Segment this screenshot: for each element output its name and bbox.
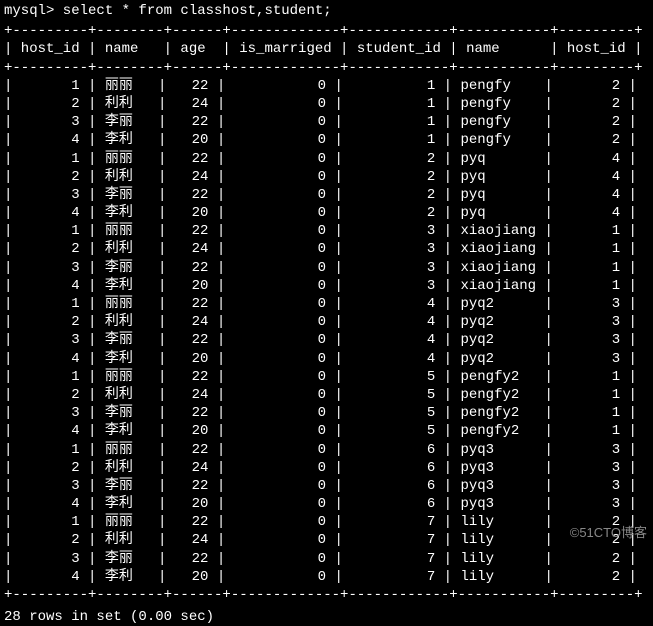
- table-row: | 4 | 李利 | 20 | 0 | 5 | pengfy2 | 1 |: [0, 422, 653, 440]
- table-row: | 1 | 丽丽 | 22 | 0 | 3 | xiaojiang | 1 |: [0, 222, 653, 240]
- table-row: | 3 | 李丽 | 22 | 0 | 4 | pyq2 | 3 |: [0, 331, 653, 349]
- table-row: | 4 | 李利 | 20 | 0 | 3 | xiaojiang | 1 |: [0, 277, 653, 295]
- table-row: | 2 | 利利 | 24 | 0 | 6 | pyq3 | 3 |: [0, 459, 653, 477]
- table-row: | 3 | 李丽 | 22 | 0 | 6 | pyq3 | 3 |: [0, 477, 653, 495]
- result-footer: 28 rows in set (0.00 sec): [0, 604, 653, 626]
- table-row: | 3 | 李丽 | 22 | 0 | 3 | xiaojiang | 1 |: [0, 259, 653, 277]
- table-row: | 1 | 丽丽 | 22 | 0 | 4 | pyq2 | 3 |: [0, 295, 653, 313]
- table-row: | 3 | 李丽 | 22 | 0 | 1 | pengfy | 2 |: [0, 113, 653, 131]
- table-border-bottom: +---------+--------+------+-------------…: [0, 586, 653, 604]
- table-row: | 2 | 利利 | 24 | 0 | 1 | pengfy | 2 |: [0, 95, 653, 113]
- table-row: | 4 | 李利 | 20 | 0 | 2 | pyq | 4 |: [0, 204, 653, 222]
- sql-prompt: mysql> select * from classhost,student;: [0, 2, 653, 22]
- table-row: | 2 | 利利 | 24 | 0 | 3 | xiaojiang | 1 |: [0, 240, 653, 258]
- table-border-top: +---------+--------+------+-------------…: [0, 22, 653, 40]
- table-row: | 4 | 李利 | 20 | 0 | 1 | pengfy | 2 |: [0, 131, 653, 149]
- table-body: | 1 | 丽丽 | 22 | 0 | 1 | pengfy | 2 || 2 …: [0, 77, 653, 586]
- table-row: | 4 | 李利 | 20 | 0 | 4 | pyq2 | 3 |: [0, 350, 653, 368]
- table-row: | 1 | 丽丽 | 22 | 0 | 5 | pengfy2 | 1 |: [0, 368, 653, 386]
- table-row: | 2 | 利利 | 24 | 0 | 4 | pyq2 | 3 |: [0, 313, 653, 331]
- table-row: | 3 | 李丽 | 22 | 0 | 5 | pengfy2 | 1 |: [0, 404, 653, 422]
- table-row: | 3 | 李丽 | 22 | 0 | 7 | lily | 2 |: [0, 550, 653, 568]
- table-row: | 1 | 丽丽 | 22 | 0 | 7 | lily | 2 |: [0, 513, 653, 531]
- watermark: ©51CTO博客: [570, 525, 647, 542]
- table-row: | 1 | 丽丽 | 22 | 0 | 2 | pyq | 4 |: [0, 150, 653, 168]
- table-row: | 3 | 李丽 | 22 | 0 | 2 | pyq | 4 |: [0, 186, 653, 204]
- table-row: | 2 | 利利 | 24 | 0 | 2 | pyq | 4 |: [0, 168, 653, 186]
- table-row: | 1 | 丽丽 | 22 | 0 | 1 | pengfy | 2 |: [0, 77, 653, 95]
- table-header-row: | host_id | name | age | is_marriged | s…: [0, 40, 653, 58]
- table-row: | 2 | 利利 | 24 | 0 | 5 | pengfy2 | 1 |: [0, 386, 653, 404]
- table-row: | 1 | 丽丽 | 22 | 0 | 6 | pyq3 | 3 |: [0, 441, 653, 459]
- table-row: | 4 | 李利 | 20 | 0 | 6 | pyq3 | 3 |: [0, 495, 653, 513]
- table-border-mid: +---------+--------+------+-------------…: [0, 59, 653, 77]
- table-row: | 4 | 李利 | 20 | 0 | 7 | lily | 2 |: [0, 568, 653, 586]
- table-row: | 2 | 利利 | 24 | 0 | 7 | lily | 2 |: [0, 531, 653, 549]
